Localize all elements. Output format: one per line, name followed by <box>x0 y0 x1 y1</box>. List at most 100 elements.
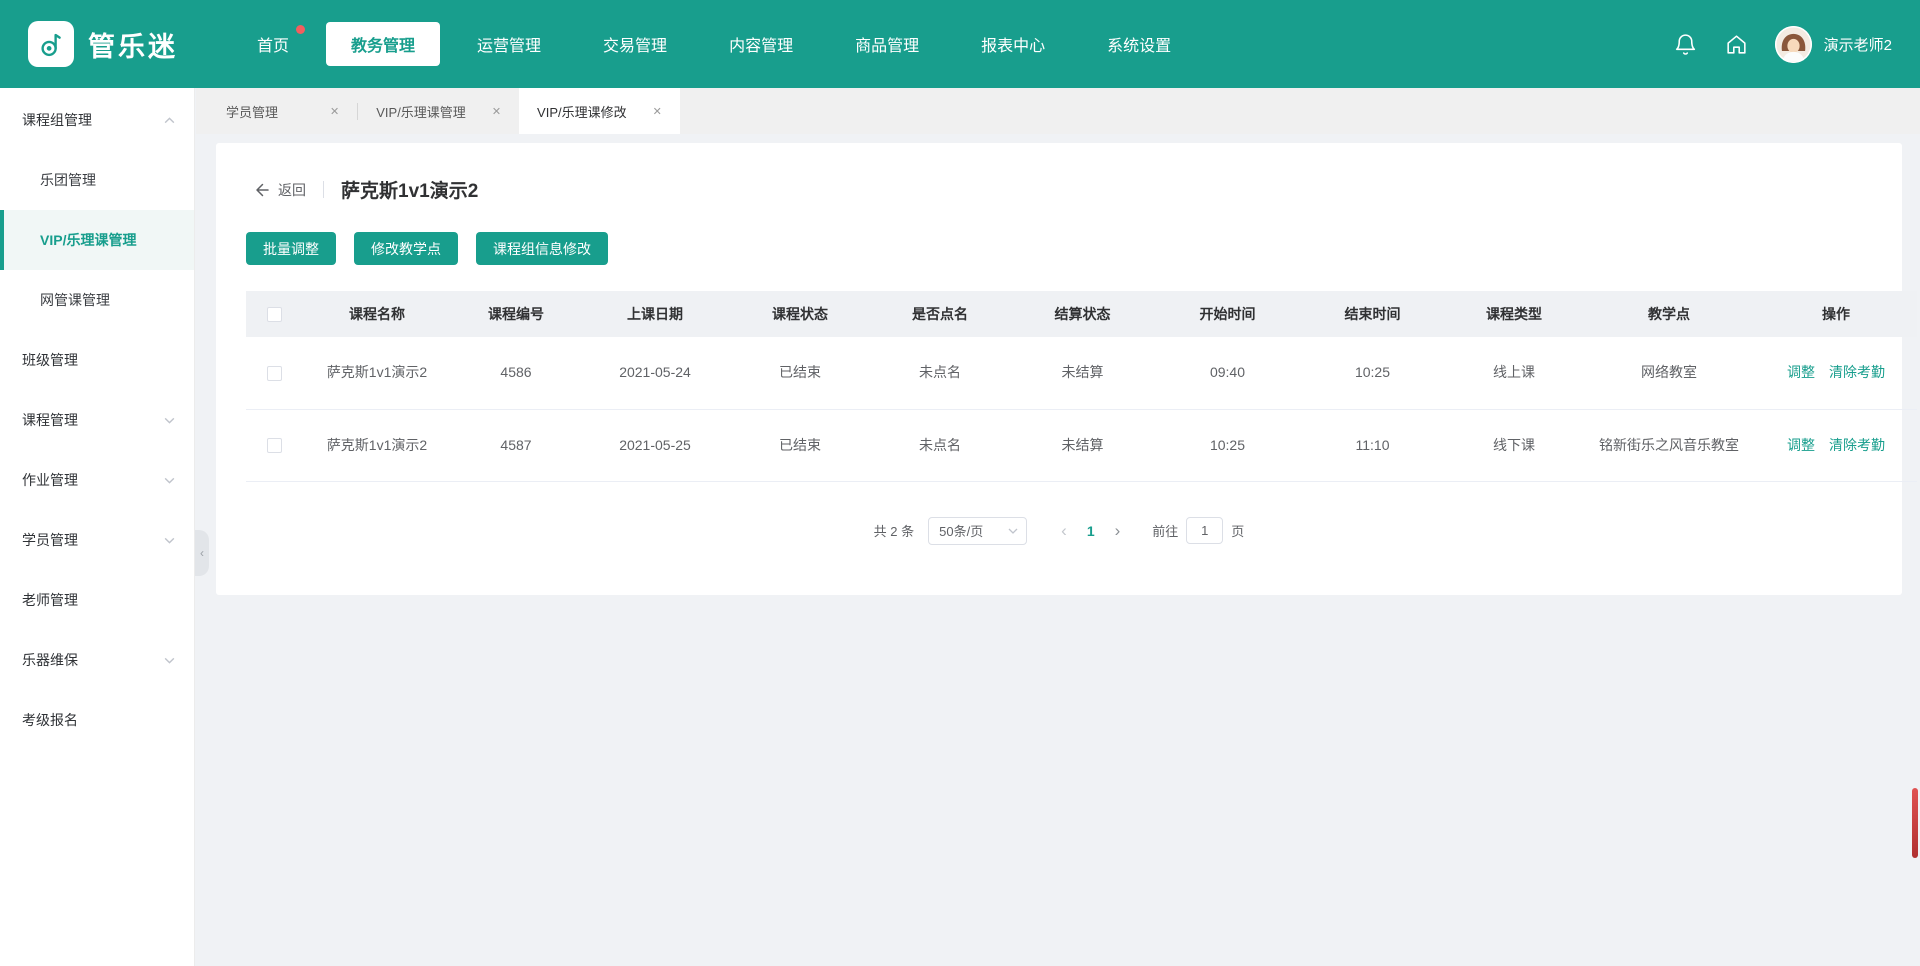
tab-bar: 学员管理 ✕ VIP/乐理课管理 ✕ VIP/乐理课修改 ✕ <box>196 88 1920 134</box>
cell-course-type: 线下课 <box>1445 409 1583 481</box>
prev-page-button[interactable]: ‹ <box>1055 522 1073 539</box>
adjust-link[interactable]: 调整 <box>1787 437 1815 453</box>
cell-course-status: 已结束 <box>730 337 870 409</box>
chevron-down-icon <box>1007 525 1019 537</box>
tab-student-mgmt[interactable]: 学员管理 ✕ <box>208 88 357 134</box>
chevron-down-icon <box>163 654 176 667</box>
goto-page-input[interactable] <box>1186 517 1223 544</box>
cell-rollcall: 未点名 <box>870 409 1010 481</box>
tab-vip-theory-edit[interactable]: VIP/乐理课修改 ✕ <box>519 88 680 134</box>
clear-attendance-link[interactable]: 清除考勤 <box>1829 364 1885 380</box>
sidebar-item-course-group[interactable]: 课程组管理 <box>0 90 194 150</box>
cell-class-date: 2021-05-25 <box>580 409 730 481</box>
app-title: 管乐迷 <box>88 25 178 64</box>
sidebar-item-homework-mgmt[interactable]: 作业管理 <box>0 450 194 510</box>
sidebar-item-instrument-maintenance[interactable]: 乐器维保 <box>0 630 194 690</box>
cell-end-time: 11:10 <box>1300 409 1445 481</box>
col-settlement: 结算状态 <box>1010 291 1155 337</box>
cell-course-type: 线上课 <box>1445 337 1583 409</box>
logo-icon <box>28 21 74 67</box>
main-content: 返回 萨克斯1v1演示2 批量调整 修改教学点 课程组信息修改 课程名称 课程编… <box>196 134 1920 966</box>
row-checkbox[interactable] <box>267 366 282 381</box>
cell-course-code: 4587 <box>452 409 580 481</box>
col-end-time: 结束时间 <box>1300 291 1445 337</box>
app-header: 管乐迷 首页 教务管理 运营管理 交易管理 内容管理 商品管理 报表中心 系统设… <box>0 0 1920 88</box>
col-actions: 操作 <box>1755 291 1917 337</box>
main-nav: 首页 教务管理 运营管理 交易管理 内容管理 商品管理 报表中心 系统设置 <box>232 22 1196 66</box>
divider <box>323 181 324 198</box>
page-size-select[interactable]: 50条/页 <box>928 517 1027 545</box>
sidebar-item-vip-theory[interactable]: VIP/乐理课管理 <box>0 210 194 270</box>
edit-teaching-point-button[interactable]: 修改教学点 <box>354 232 458 265</box>
close-icon[interactable]: ✕ <box>330 105 339 118</box>
cell-course-name: 萨克斯1v1演示2 <box>302 409 452 481</box>
nav-item-academic[interactable]: 教务管理 <box>326 22 440 66</box>
table-row: 萨克斯1v1演示2 4586 2021-05-24 已结束 未点名 未结算 09… <box>246 337 1917 409</box>
clear-attendance-link[interactable]: 清除考勤 <box>1829 437 1885 453</box>
col-course-name: 课程名称 <box>302 291 452 337</box>
goto-page: 前往 页 <box>1152 517 1244 544</box>
avatar[interactable] <box>1775 26 1812 63</box>
chevron-down-icon <box>163 474 176 487</box>
col-course-type: 课程类型 <box>1445 291 1583 337</box>
table-row: 萨克斯1v1演示2 4587 2021-05-25 已结束 未点名 未结算 10… <box>246 409 1917 481</box>
cell-settlement: 未结算 <box>1010 409 1155 481</box>
content-card: 返回 萨克斯1v1演示2 批量调整 修改教学点 课程组信息修改 课程名称 课程编… <box>216 143 1902 595</box>
sidebar-collapse-handle[interactable]: ‹ <box>195 530 209 576</box>
nav-item-operations[interactable]: 运营管理 <box>452 22 566 66</box>
table-header-row: 课程名称 课程编号 上课日期 课程状态 是否点名 结算状态 开始时间 结束时间 … <box>246 291 1917 337</box>
nav-item-reports[interactable]: 报表中心 <box>956 22 1070 66</box>
cell-start-time: 10:25 <box>1155 409 1300 481</box>
user-name[interactable]: 演示老师2 <box>1824 34 1892 55</box>
bell-icon[interactable] <box>1673 32 1698 57</box>
sidebar-item-grade-exam[interactable]: 考级报名 <box>0 690 194 750</box>
chevron-up-icon <box>163 114 176 127</box>
select-all-checkbox[interactable] <box>267 307 282 322</box>
sidebar-item-band-mgmt[interactable]: 乐团管理 <box>0 150 194 210</box>
col-course-code: 课程编号 <box>452 291 580 337</box>
row-checkbox[interactable] <box>267 438 282 453</box>
page-header: 返回 萨克斯1v1演示2 <box>253 176 1872 203</box>
batch-adjust-button[interactable]: 批量调整 <box>246 232 336 265</box>
notification-dot <box>296 25 305 34</box>
close-icon[interactable]: ✕ <box>492 105 501 118</box>
home-icon[interactable] <box>1724 32 1749 57</box>
sidebar-item-course-mgmt[interactable]: 课程管理 <box>0 390 194 450</box>
arrow-left-icon <box>253 181 271 199</box>
edit-course-group-info-button[interactable]: 课程组信息修改 <box>476 232 608 265</box>
nav-item-home[interactable]: 首页 <box>232 22 314 66</box>
total-count: 共 2 条 <box>874 521 914 540</box>
page-number[interactable]: 1 <box>1087 523 1095 539</box>
header-actions: 演示老师2 <box>1673 26 1892 63</box>
page-title: 萨克斯1v1演示2 <box>341 176 478 203</box>
cell-start-time: 09:40 <box>1155 337 1300 409</box>
cell-settlement: 未结算 <box>1010 337 1155 409</box>
chevron-down-icon <box>163 414 176 427</box>
nav-item-content[interactable]: 内容管理 <box>704 22 818 66</box>
nav-item-settings[interactable]: 系统设置 <box>1082 22 1196 66</box>
col-class-date: 上课日期 <box>580 291 730 337</box>
back-button[interactable]: 返回 <box>253 180 306 200</box>
cell-rollcall: 未点名 <box>870 337 1010 409</box>
col-start-time: 开始时间 <box>1155 291 1300 337</box>
nav-item-transactions[interactable]: 交易管理 <box>578 22 692 66</box>
sidebar: 课程组管理 乐团管理 VIP/乐理课管理 网管课管理 班级管理 课程管理 作业管… <box>0 88 195 966</box>
cell-teaching-point: 网络教室 <box>1583 337 1755 409</box>
nav-item-products[interactable]: 商品管理 <box>830 22 944 66</box>
cell-course-status: 已结束 <box>730 409 870 481</box>
next-page-button[interactable]: › <box>1109 522 1127 539</box>
tab-vip-theory-mgmt[interactable]: VIP/乐理课管理 ✕ <box>358 88 519 134</box>
cell-class-date: 2021-05-24 <box>580 337 730 409</box>
sidebar-item-teacher-mgmt[interactable]: 老师管理 <box>0 570 194 630</box>
course-table: 课程名称 课程编号 上课日期 课程状态 是否点名 结算状态 开始时间 结束时间 … <box>246 291 1917 482</box>
sidebar-item-class-mgmt[interactable]: 班级管理 <box>0 330 194 390</box>
sidebar-item-online-course[interactable]: 网管课管理 <box>0 270 194 330</box>
cell-teaching-point: 铭新街乐之风音乐教室 <box>1583 409 1755 481</box>
cell-course-code: 4586 <box>452 337 580 409</box>
adjust-link[interactable]: 调整 <box>1787 364 1815 380</box>
sidebar-item-student-mgmt[interactable]: 学员管理 <box>0 510 194 570</box>
col-course-status: 课程状态 <box>730 291 870 337</box>
col-teaching-point: 教学点 <box>1583 291 1755 337</box>
close-icon[interactable]: ✕ <box>653 105 662 118</box>
scrollbar-thumb[interactable] <box>1912 788 1918 858</box>
